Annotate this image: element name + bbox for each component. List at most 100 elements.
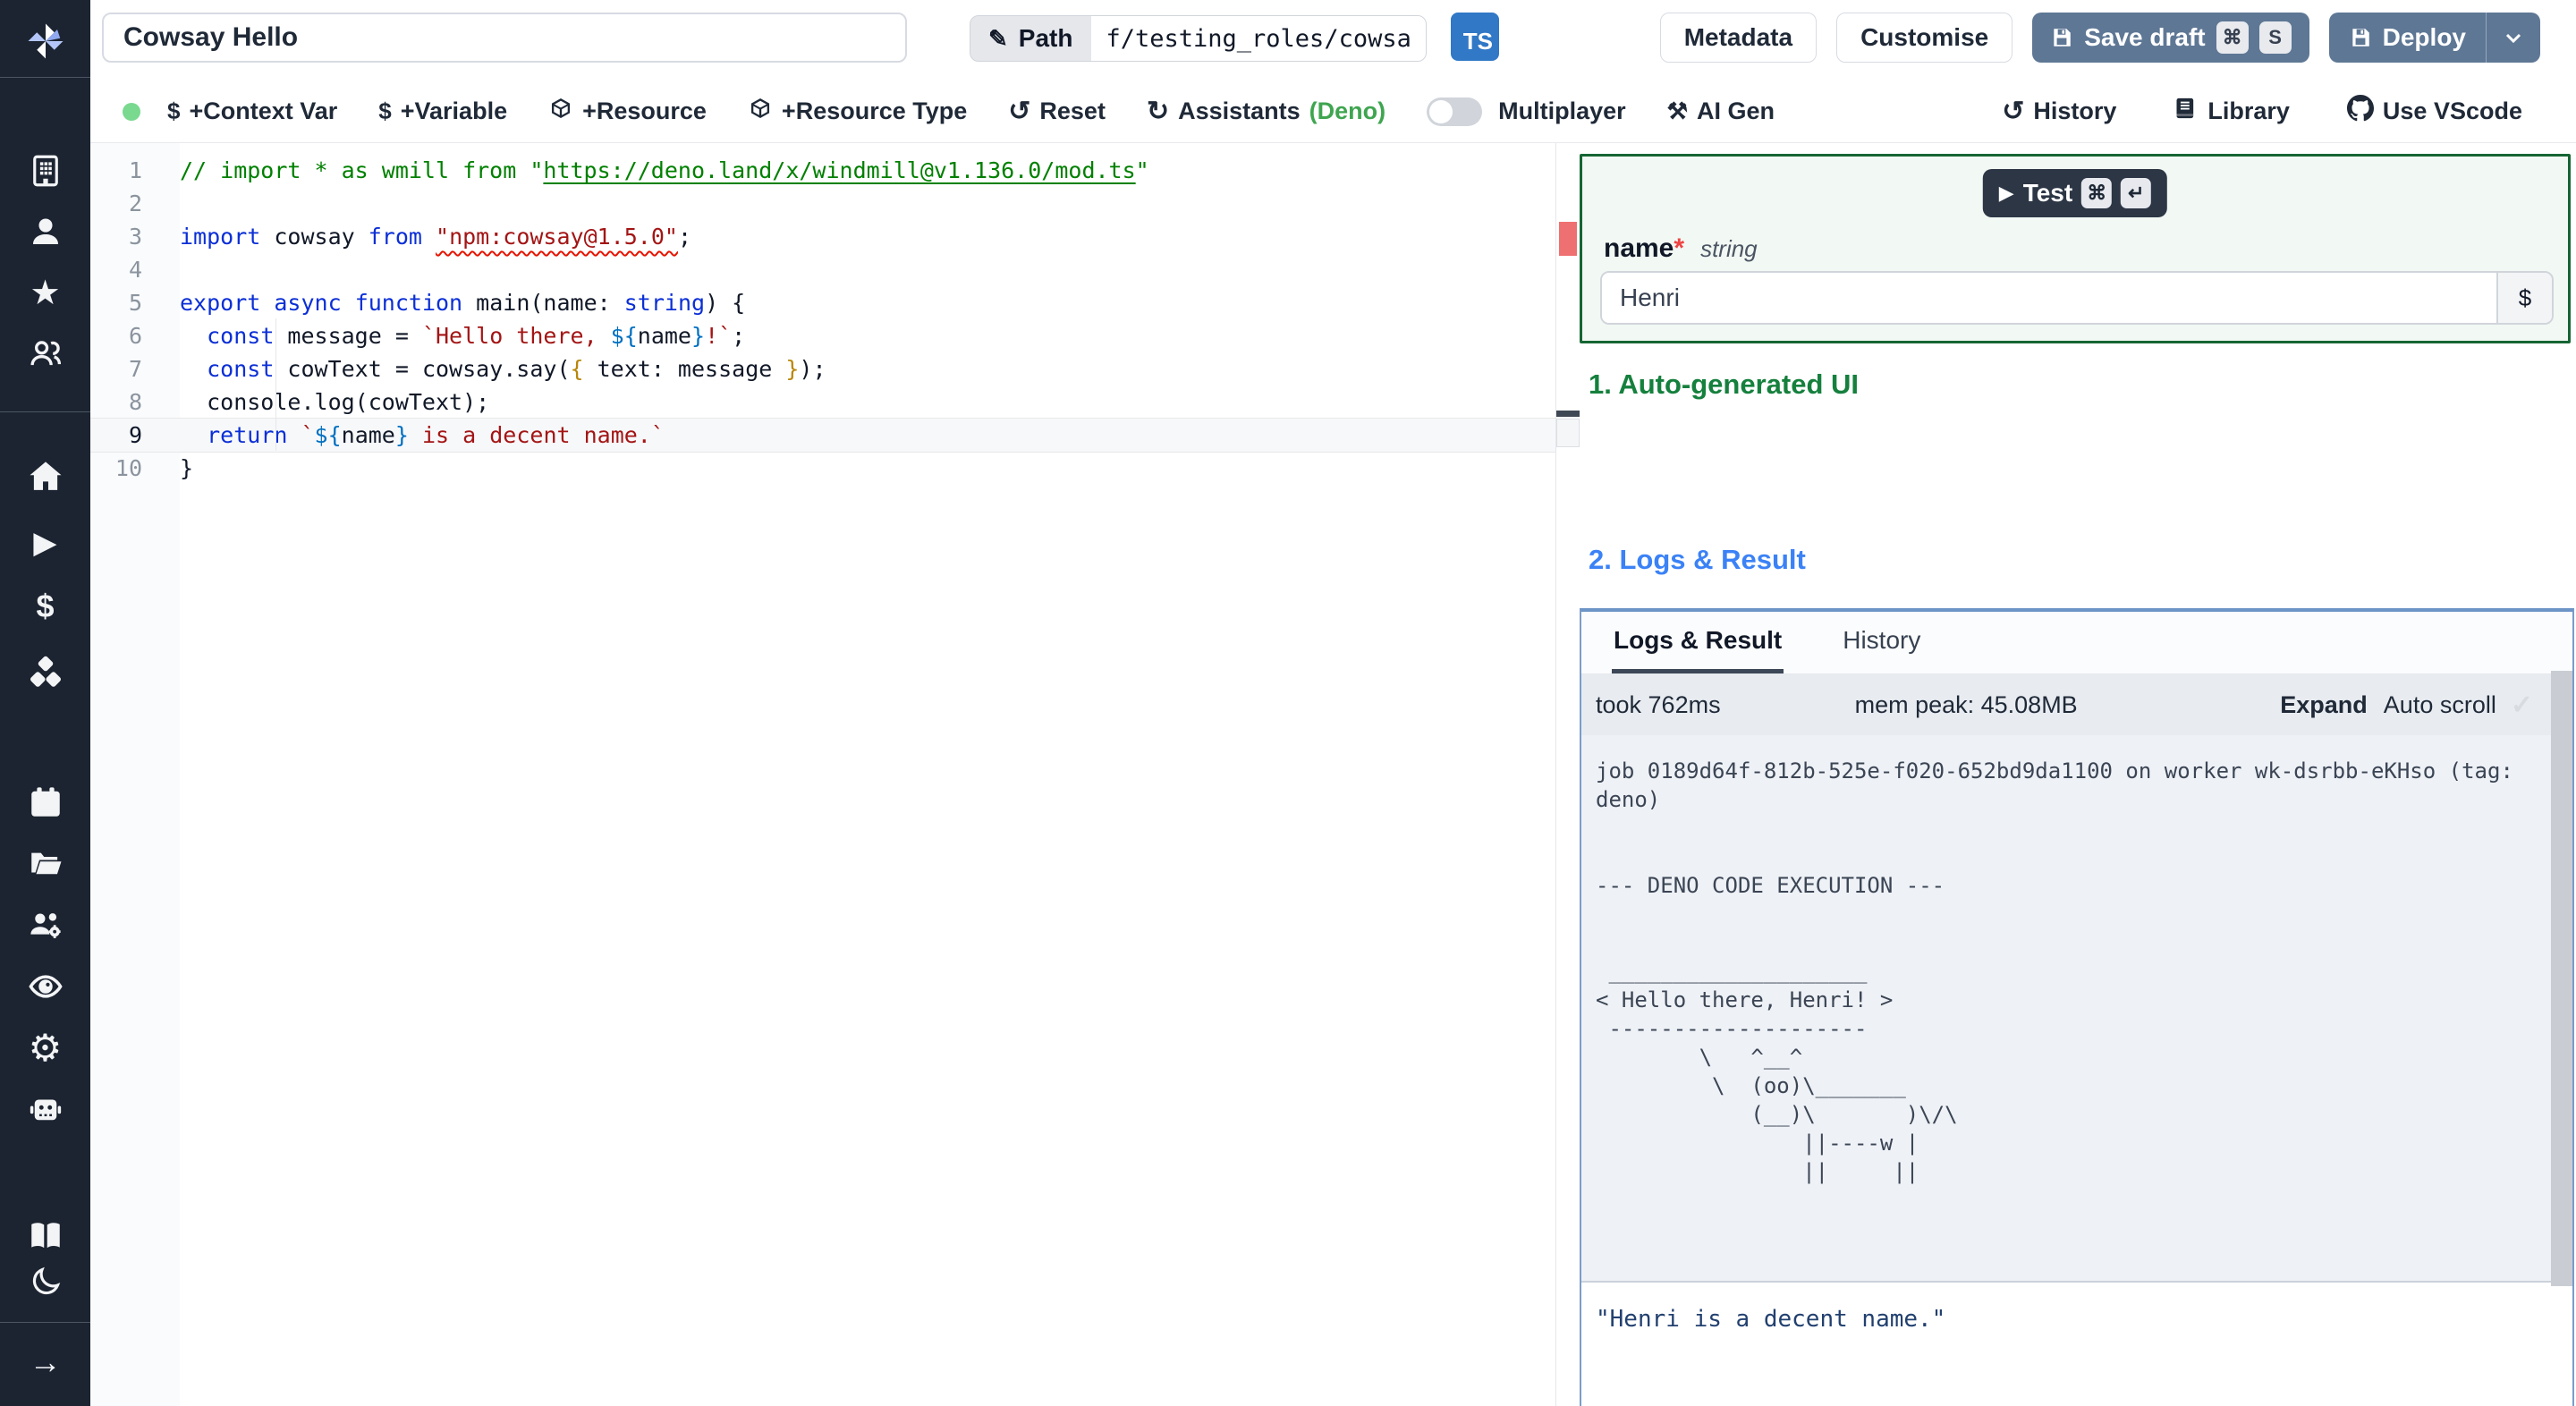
book-icon xyxy=(2174,96,2199,127)
sidebar-item-user[interactable] xyxy=(0,211,90,252)
metadata-button[interactable]: Metadata xyxy=(1659,13,1818,63)
sidebar-item-schedules[interactable] xyxy=(0,782,90,823)
mem-peak-stat: mem peak: 45.08MB xyxy=(1854,690,2078,718)
sidebar-item-dark-mode[interactable] xyxy=(0,1261,90,1302)
sidebar-item-variables[interactable]: $ xyxy=(0,586,90,627)
sidebar: ★ ▶ $ ⚙ → xyxy=(0,0,90,1406)
typescript-badge: TS xyxy=(1451,13,1499,61)
section-auto-generated-ui: 1. Auto-generated UI xyxy=(1589,368,1859,400)
ai-gen-button[interactable]: ⚒ AI Gen xyxy=(1667,97,1775,125)
save-draft-button[interactable]: Save draft ⌘ S xyxy=(2032,13,2309,63)
sidebar-item-settings[interactable]: ⚙ xyxy=(0,1027,90,1069)
took-stat: took 762ms xyxy=(1596,690,1721,718)
logs-tabs: Logs & Result History xyxy=(1581,612,2572,674)
editor-overview-ruler[interactable] xyxy=(1556,143,1580,1406)
multiplayer-toggle[interactable] xyxy=(1427,97,1483,126)
toolbar-item-history[interactable]: ↺ History xyxy=(2002,96,2116,127)
code-line-10[interactable]: 10} xyxy=(90,452,1555,485)
expand-button[interactable]: Expand xyxy=(2280,691,2368,719)
code-line-7[interactable]: 7 const cowText = cowsay.say({ text: mes… xyxy=(90,352,1555,385)
floppy-icon xyxy=(2054,29,2071,47)
sidebar-item-favorites[interactable]: ★ xyxy=(0,272,90,313)
toolbar-item--variable[interactable]: $ +Variable xyxy=(378,97,507,125)
deploy-split-button: Deploy xyxy=(2328,13,2540,63)
kbd-cmd: ⌘ xyxy=(2216,21,2249,54)
sidebar-item-workers[interactable] xyxy=(0,905,90,946)
code-line-1[interactable]: 1// import * as wmill from "https://deno… xyxy=(90,154,1555,187)
windmill-script-editor: ★ ▶ $ ⚙ → Cowsay Hello ✎ Path f/testing_… xyxy=(0,0,2576,1406)
toolbar-item--resource-type[interactable]: +Resource Type xyxy=(748,96,967,127)
tools-icon: ⚒ xyxy=(1666,97,1688,124)
toolbar-item-library[interactable]: Library xyxy=(2174,96,2290,127)
name-arg-input[interactable] xyxy=(1602,273,2496,323)
customise-button[interactable]: Customise xyxy=(1836,13,2013,63)
code-line-5[interactable]: 5 export async function main(name: string… xyxy=(90,286,1555,319)
undo-icon: ↺ xyxy=(1008,97,1031,126)
ruler-slider xyxy=(1556,419,1580,447)
auto-scroll-toggle[interactable]: Auto scroll xyxy=(2384,691,2496,719)
sidebar-divider xyxy=(0,1322,90,1323)
sidebar-divider xyxy=(0,411,90,412)
logs-scrollbar[interactable] xyxy=(2551,671,2572,1286)
sidebar-item-robot[interactable] xyxy=(0,1088,90,1130)
check-icon: ✓ xyxy=(2510,690,2533,720)
result-output[interactable]: "Henri is a decent name." xyxy=(1581,1283,2572,1406)
run-stats: took 762ms mem peak: 45.08MB Expand Auto… xyxy=(1581,674,2572,735)
path-label: Path xyxy=(1018,24,1073,52)
sidebar-divider xyxy=(0,77,90,78)
toolbar-item-reset[interactable]: ↺ Reset xyxy=(1008,96,1106,127)
test-button[interactable]: ▶ Test ⌘ ↵ xyxy=(1982,169,2168,217)
field-label: name* xyxy=(1604,233,1685,263)
cursor-marker xyxy=(1556,411,1580,417)
path-chip[interactable]: ✎ Path f/testing_roles/cowsa xyxy=(970,15,1427,62)
status-dot-icon xyxy=(123,102,140,121)
sidebar-item-runs[interactable]: ▶ xyxy=(0,522,90,563)
error-marker xyxy=(1559,222,1577,256)
toolbar-item-use-vscode[interactable]: Use VScode xyxy=(2346,95,2522,128)
logs-result-box: Logs & Result History took 762ms mem pea… xyxy=(1580,608,2574,1406)
toolbar-item--context-var[interactable]: $ +Context Var xyxy=(167,97,337,125)
path-value: f/testing_roles/cowsa xyxy=(1090,16,1426,61)
toolbar-item--resource[interactable]: +Resource xyxy=(548,96,707,127)
sidebar-item-expand[interactable]: → xyxy=(0,1342,90,1383)
toolbar-item-assistants[interactable]: ↻ Assistants (Deno) xyxy=(1147,96,1385,127)
field-type: string xyxy=(1700,235,1758,262)
kbd-s: S xyxy=(2258,21,2292,54)
pencil-icon: ✎ xyxy=(988,24,1008,52)
dollar-icon: $ xyxy=(167,97,181,124)
sidebar-item-home[interactable] xyxy=(0,456,90,497)
refresh-icon: ↻ xyxy=(1146,97,1170,126)
insert-variable-button[interactable]: $ xyxy=(2496,273,2552,323)
sidebar-item-folders[interactable] xyxy=(0,843,90,884)
sidebar-item-workspace[interactable] xyxy=(0,150,90,191)
code-line-2[interactable]: 2 xyxy=(90,187,1555,220)
tab-history[interactable]: History xyxy=(1841,612,1922,673)
code-editor[interactable]: 1// import * as wmill from "https://deno… xyxy=(90,143,1556,1406)
log-output[interactable]: job 0189d64f-812b-525e-f020-652bd9da1100… xyxy=(1581,735,2572,1281)
deploy-dropdown-button[interactable] xyxy=(2486,13,2540,63)
code-line-3[interactable]: 3 import cowsay from "npm:cowsay@1.5.0"; xyxy=(90,220,1555,253)
package-icon xyxy=(748,96,773,127)
history-icon: ↺ xyxy=(2002,97,2025,126)
script-title-input[interactable] xyxy=(102,13,907,63)
section-logs-result: 2. Logs & Result xyxy=(1589,544,1806,575)
windmill-logo-icon[interactable] xyxy=(0,14,90,68)
tab-logs-result[interactable]: Logs & Result xyxy=(1612,612,1784,673)
preview-panel: ▶ Test ⌘ ↵ name* string $ 1. Auto-genera… xyxy=(1580,143,2576,1406)
toolbar-right-items: ↺ History Library Use VScode xyxy=(2002,95,2522,128)
play-icon: ▶ xyxy=(1998,182,2014,204)
sidebar-item-docs[interactable] xyxy=(0,1215,90,1257)
code-line-8[interactable]: 8 console.log(cowText); xyxy=(90,385,1555,419)
code-line-9[interactable]: 9 return `${name} is a decent name.` xyxy=(90,419,1555,452)
sidebar-item-groups[interactable] xyxy=(0,333,90,374)
sidebar-item-audit-logs[interactable] xyxy=(0,966,90,1007)
dollar-icon: $ xyxy=(378,97,392,124)
code-lines[interactable]: 1// import * as wmill from "https://deno… xyxy=(90,154,1555,485)
deploy-button[interactable]: Deploy xyxy=(2329,13,2486,63)
code-line-6[interactable]: 6 const message = `Hello there, ${name}!… xyxy=(90,319,1555,352)
floppy-icon xyxy=(2351,29,2369,47)
multiplayer-label: Multiplayer xyxy=(1498,97,1626,124)
sidebar-item-resources[interactable] xyxy=(0,652,90,693)
code-line-4[interactable]: 4 xyxy=(90,253,1555,286)
topbar: ✎ Path f/testing_roles/cowsa TS Metadata… xyxy=(90,0,2576,80)
